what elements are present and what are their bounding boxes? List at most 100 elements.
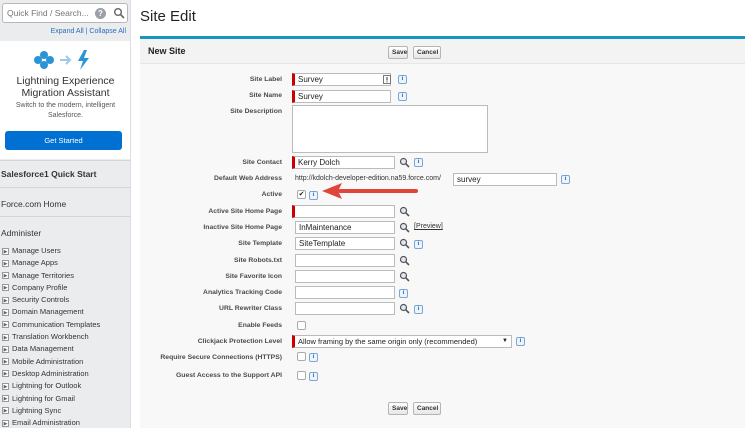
- clickjack-info-icon[interactable]: i: [516, 337, 525, 346]
- expand-triangle-icon[interactable]: ▶: [2, 370, 9, 378]
- lightning-bolt-icon: [78, 50, 89, 70]
- panel-header: New Site Save Cancel: [140, 39, 745, 64]
- analytics-code-label: Analytics Tracking Code: [203, 289, 282, 296]
- active-home-page-input[interactable]: [292, 205, 395, 218]
- site-label-info-icon[interactable]: i: [398, 75, 407, 84]
- cancel-button-bottom[interactable]: Cancel: [413, 402, 441, 415]
- clickjack-selected-value: Allow framing by the same origin only (r…: [298, 337, 478, 346]
- sidebar-item-desktop-administration[interactable]: ▶ Desktop Administration: [2, 368, 100, 380]
- page-title: Site Edit: [140, 8, 196, 25]
- expand-triangle-icon[interactable]: ▶: [2, 321, 9, 329]
- expand-triangle-icon[interactable]: ▶: [2, 296, 9, 304]
- cancel-button-top[interactable]: Cancel: [413, 46, 441, 59]
- sidebar-item-data-management[interactable]: ▶ Data Management: [2, 343, 100, 355]
- sidebar-forcecom-home[interactable]: Force.com Home: [1, 199, 66, 209]
- expand-triangle-icon[interactable]: ▶: [2, 382, 9, 390]
- active-home-page-label: Active Site Home Page: [208, 208, 282, 215]
- lookup-icon[interactable]: [399, 157, 410, 168]
- search-icon[interactable]: [113, 7, 125, 19]
- active-checkbox[interactable]: ✔: [297, 190, 306, 199]
- lookup-icon[interactable]: [399, 255, 410, 266]
- sidebar-item-manage-territories[interactable]: ▶ Manage Territories: [2, 270, 100, 282]
- site-favorite-icon-input[interactable]: [295, 270, 395, 283]
- guest-access-checkbox[interactable]: [297, 371, 306, 380]
- site-description-label: Site Description: [230, 108, 282, 115]
- expand-triangle-icon[interactable]: ▶: [2, 345, 9, 353]
- panel-title: New Site: [148, 46, 186, 56]
- site-description-textarea[interactable]: [292, 105, 488, 153]
- quick-find-box[interactable]: ?: [2, 3, 128, 23]
- expand-triangle-icon[interactable]: ▶: [2, 247, 9, 255]
- analytics-code-input[interactable]: [295, 286, 395, 299]
- sidebar-item-domain-management[interactable]: ▶ Domain Management: [2, 306, 100, 318]
- web-address-suffix-input[interactable]: survey: [453, 173, 557, 186]
- inactive-home-page-label: Inactive Site Home Page: [203, 224, 282, 231]
- sidebar-item-company-profile[interactable]: ▶ Company Profile: [2, 282, 100, 294]
- site-template-label: Site Template: [238, 240, 282, 247]
- sidebar-item-lightning-for-gmail[interactable]: ▶ Lightning for Gmail: [2, 393, 100, 405]
- require-https-info-icon[interactable]: i: [309, 353, 318, 362]
- expand-triangle-icon[interactable]: ▶: [2, 272, 9, 280]
- get-started-button[interactable]: Get Started: [5, 131, 122, 150]
- sidebar-item-communication-templates[interactable]: ▶ Communication Templates: [2, 319, 100, 331]
- preview-link[interactable]: [Preview]: [414, 223, 443, 230]
- sidebar-item-lightning-for-outlook[interactable]: ▶ Lightning for Outlook: [2, 380, 100, 392]
- require-https-checkbox[interactable]: [297, 352, 306, 361]
- sidebar-item-manage-users[interactable]: ▶ Manage Users: [2, 245, 100, 257]
- expand-triangle-icon[interactable]: ▶: [2, 284, 9, 292]
- url-rewriter-info-icon[interactable]: i: [414, 305, 423, 314]
- lookup-icon[interactable]: [399, 238, 410, 249]
- expand-triangle-icon[interactable]: ▶: [2, 358, 9, 366]
- lookup-icon[interactable]: [399, 303, 410, 314]
- quick-find-input[interactable]: [7, 6, 91, 20]
- clickjack-select[interactable]: Allow framing by the same origin only (r…: [292, 335, 512, 348]
- collapse-all-link[interactable]: Collapse All: [89, 28, 126, 35]
- site-name-input[interactable]: Survey: [292, 90, 391, 103]
- sidebar-item-translation-workbench[interactable]: ▶ Translation Workbench: [2, 331, 100, 343]
- active-info-icon[interactable]: i: [309, 191, 318, 200]
- url-rewriter-label: URL Rewriter Class: [219, 305, 282, 312]
- analytics-code-info-icon[interactable]: i: [399, 289, 408, 298]
- inactive-home-page-input[interactable]: InMaintenance: [295, 221, 395, 234]
- sidebar-item-lightning-sync[interactable]: ▶ Lightning Sync: [2, 405, 100, 417]
- active-label: Active: [261, 191, 282, 198]
- expand-triangle-icon[interactable]: ▶: [2, 259, 9, 267]
- sidebar-divider: [0, 216, 130, 217]
- sidebar-item-security-controls[interactable]: ▶ Security Controls: [2, 294, 100, 306]
- save-button-top[interactable]: Save: [388, 46, 408, 59]
- sidebar-quick-start[interactable]: Salesforce1 Quick Start: [1, 169, 96, 179]
- site-name-info-icon[interactable]: i: [398, 92, 407, 101]
- site-robots-input[interactable]: [295, 254, 395, 267]
- save-button-bottom[interactable]: Save: [388, 402, 408, 415]
- expand-triangle-icon[interactable]: ▶: [2, 333, 9, 341]
- migration-title-line1: Lightning Experience: [16, 75, 115, 87]
- help-icon[interactable]: ?: [95, 8, 106, 19]
- expand-triangle-icon[interactable]: ▶: [2, 395, 9, 403]
- sidebar-item-mobile-administration[interactable]: ▶ Mobile Administration: [2, 356, 100, 368]
- web-address-info-icon[interactable]: i: [561, 175, 570, 184]
- sidebar-item-email-administration[interactable]: ▶ Email Administration: [2, 417, 100, 428]
- site-template-info-icon[interactable]: i: [414, 240, 423, 249]
- lightning-migration-card: Lightning Experience Migration Assistant…: [0, 41, 130, 159]
- site-contact-label: Site Contact: [242, 159, 282, 166]
- expand-triangle-icon[interactable]: ▶: [2, 407, 9, 415]
- default-web-address-label: Default Web Address: [214, 175, 282, 182]
- expand-triangle-icon[interactable]: ▶: [2, 309, 9, 316]
- guest-access-info-icon[interactable]: i: [309, 372, 318, 381]
- site-template-input[interactable]: SiteTemplate: [295, 237, 395, 250]
- expand-triangle-icon[interactable]: ▶: [2, 419, 9, 427]
- lookup-icon[interactable]: [399, 222, 410, 233]
- site-contact-input[interactable]: Kerry Dolch: [292, 156, 395, 169]
- lookup-icon[interactable]: [399, 271, 410, 282]
- site-contact-info-icon[interactable]: i: [414, 158, 423, 167]
- sidebar-item-manage-apps[interactable]: ▶ Manage Apps: [2, 257, 100, 269]
- migration-subtitle: Switch to the modern, intelligent Salesf…: [15, 102, 116, 119]
- lookup-icon[interactable]: [399, 206, 410, 217]
- sidebar-administer-heading: Administer: [1, 228, 42, 238]
- enable-feeds-checkbox[interactable]: [297, 321, 306, 330]
- site-label-input[interactable]: Survey: [292, 73, 391, 86]
- url-rewriter-input[interactable]: [295, 302, 395, 315]
- arrow-right-icon: [60, 55, 72, 65]
- expand-all-link[interactable]: Expand All: [51, 28, 84, 35]
- site-label-label: Site Label: [249, 76, 282, 83]
